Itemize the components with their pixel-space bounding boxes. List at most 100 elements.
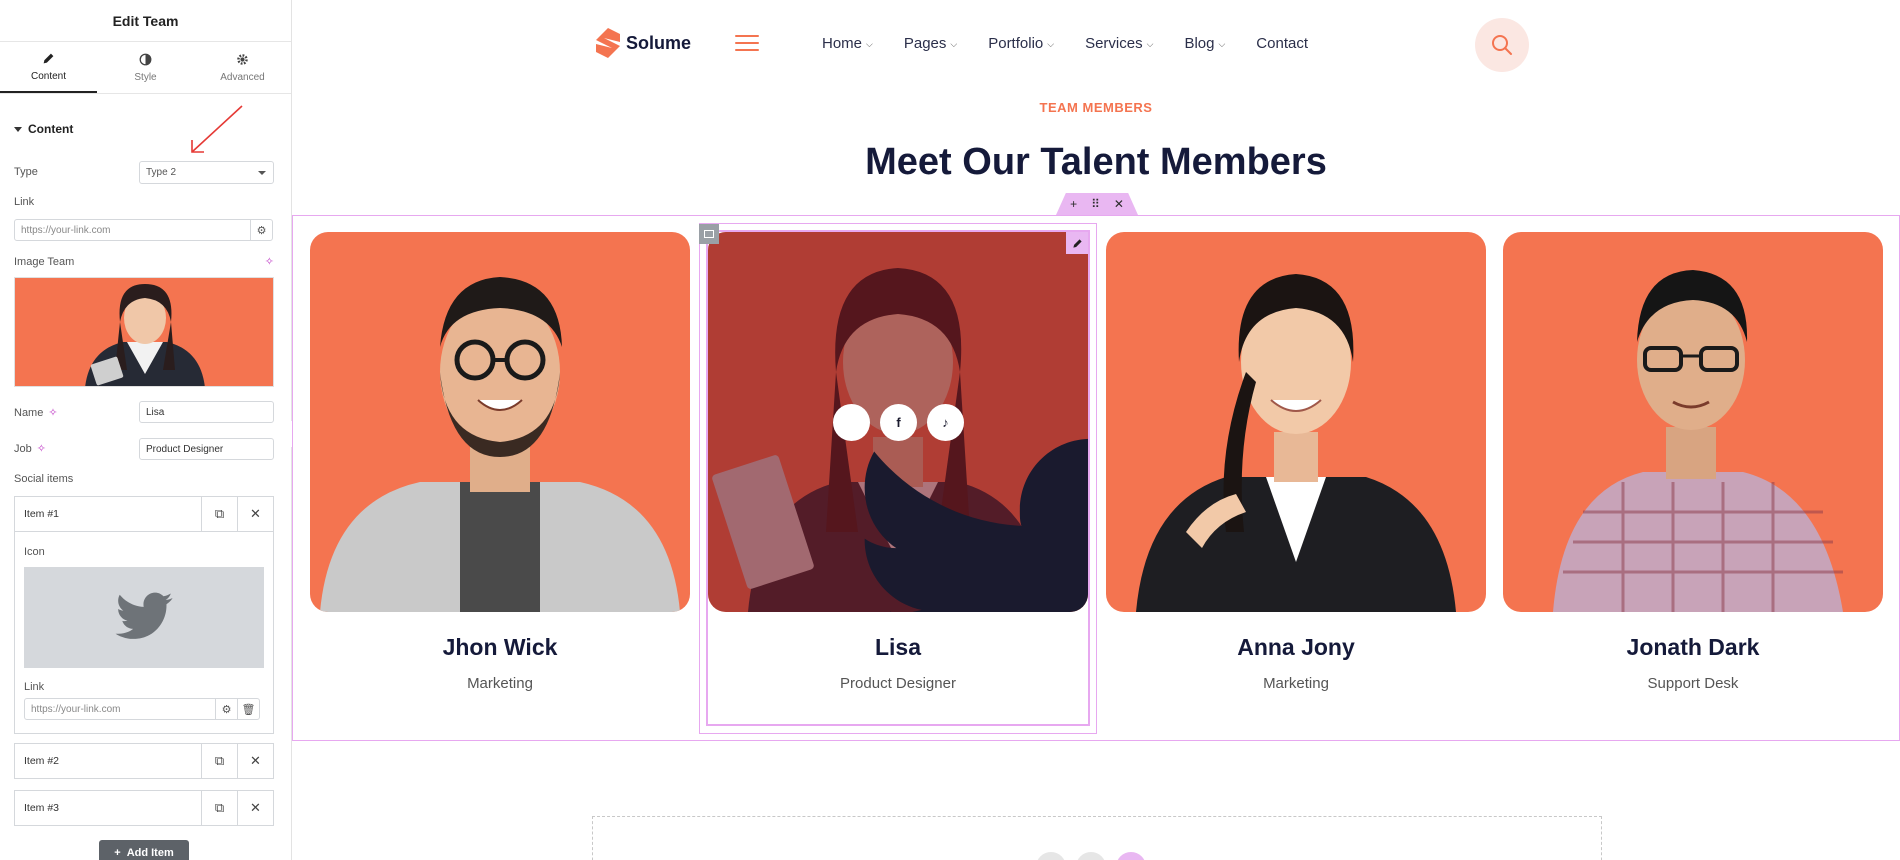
image-team-label-row: Image Team ✧: [14, 255, 274, 269]
logo-icon: [596, 28, 620, 58]
chevron-down-icon: ⌵: [950, 39, 958, 49]
nav-blog[interactable]: Blog ⌵: [1184, 35, 1225, 52]
nav-contact-label: Contact: [1256, 35, 1308, 52]
nav-portfolio-label: Portfolio: [988, 35, 1044, 52]
member-name: Anna Jony: [1237, 634, 1355, 660]
team-card-jhon[interactable]: Jhon Wick Marketing: [310, 232, 690, 692]
main-nav: Home ⌵ Pages ⌵ Portfolio ⌵ Services ⌵ Blog ⌵ …: [822, 35, 1308, 52]
menu-icon[interactable]: [735, 35, 759, 51]
member-job: Marketing: [1263, 675, 1329, 692]
site-logo[interactable]: Solume: [596, 28, 691, 58]
ai-sparkle-icon[interactable]: ✧: [48, 406, 57, 419]
drag-icon[interactable]: ⠿: [1091, 197, 1100, 211]
social-item-2[interactable]: Item #2 ⧉ ✕: [14, 743, 274, 779]
search-button[interactable]: [1475, 18, 1529, 72]
ai-section-button[interactable]: [1116, 852, 1146, 860]
trash-icon: 🗑: [241, 703, 256, 716]
link-input[interactable]: https://your-link.com: [14, 219, 251, 241]
edit-widget-button[interactable]: [1066, 232, 1088, 254]
gear-icon: ⚙: [221, 703, 232, 716]
twitter-icon: [115, 592, 173, 639]
social-item-1-title: Item #1: [24, 508, 60, 520]
chevron-down-icon: ⌵: [866, 39, 873, 49]
plus-icon: +: [114, 847, 121, 859]
tab-advanced[interactable]: Advanced: [194, 42, 291, 93]
nav-contact[interactable]: Contact: [1256, 35, 1308, 52]
member-job: Support Desk: [1647, 675, 1739, 692]
social-item-3-title: Item #3: [24, 802, 60, 814]
member-photo: f ♪: [708, 232, 1088, 612]
social-item-1-body: Icon Link https://your-link.com ⚙ 🗑: [14, 532, 274, 734]
nav-pages[interactable]: Pages ⌵: [904, 35, 957, 52]
pencil-icon: [1072, 238, 1082, 248]
pencil-icon: [43, 53, 54, 63]
add-template-button[interactable]: [1076, 852, 1106, 860]
add-item-button[interactable]: + Add Item: [99, 840, 189, 860]
column-handle[interactable]: [699, 224, 719, 244]
name-label-row: Name ✧: [14, 406, 58, 420]
tab-style-label: Style: [134, 71, 157, 83]
panel-title: Edit Team: [0, 0, 291, 42]
team-card-jonath[interactable]: Jonath Dark Support Desk: [1503, 232, 1883, 692]
duplicate-icon[interactable]: ⧉: [201, 497, 237, 531]
ai-sparkle-icon[interactable]: ✧: [265, 255, 274, 268]
man-portrait-2: [1553, 270, 1843, 612]
caret-down-icon: [14, 126, 22, 132]
team-card-anna[interactable]: Anna Jony Marketing: [1106, 232, 1486, 692]
add-section-button[interactable]: [1036, 852, 1066, 860]
twitter-icon[interactable]: [833, 404, 1088, 612]
name-input[interactable]: Lisa: [139, 401, 274, 423]
link-options-button[interactable]: ⚙: [250, 219, 273, 241]
item-link-delete-button[interactable]: 🗑: [237, 698, 260, 720]
search-icon: [1492, 35, 1512, 55]
tab-style[interactable]: Style: [97, 42, 194, 93]
content-section-toggle[interactable]: Content: [14, 122, 73, 136]
social-item-1[interactable]: Item #1 ⧉ ✕: [14, 496, 274, 532]
social-links: f ♪: [833, 404, 1088, 612]
close-icon[interactable]: ✕: [237, 791, 273, 825]
nav-services[interactable]: Services ⌵: [1085, 35, 1153, 52]
type-select[interactable]: Type 2: [139, 161, 274, 184]
member-name: Jonath Dark: [1626, 634, 1760, 660]
job-label-row: Job ✧: [14, 442, 46, 456]
close-icon[interactable]: ✕: [1114, 197, 1124, 211]
close-icon[interactable]: ✕: [237, 744, 273, 778]
nav-portfolio[interactable]: Portfolio ⌵: [988, 35, 1054, 52]
content-section-title: Content: [28, 122, 74, 136]
duplicate-icon[interactable]: ⧉: [201, 744, 237, 778]
member-job: Product Designer: [840, 675, 956, 692]
type-select-value: Type 2: [146, 167, 177, 178]
icon-label: Icon: [24, 546, 45, 558]
add-section-controls: [1036, 852, 1146, 860]
duplicate-icon[interactable]: ⧉: [201, 791, 237, 825]
item-link-placeholder: https://your-link.com: [31, 704, 121, 715]
link-input-placeholder: https://your-link.com: [21, 225, 111, 236]
team-card-lisa[interactable]: f ♪ Lisa Product Designer: [708, 232, 1088, 692]
chevron-down-icon: ⌵: [1146, 39, 1154, 49]
member-name: Jhon Wick: [442, 634, 558, 660]
job-label: Job: [14, 442, 32, 455]
lisa-thumbnail: [15, 278, 273, 386]
icon-picker[interactable]: [24, 567, 264, 668]
nav-blog-label: Blog: [1184, 35, 1215, 52]
member-photo: [310, 232, 690, 612]
nav-home[interactable]: Home ⌵: [822, 35, 873, 52]
red-arrow-annotation: [191, 105, 243, 153]
man-portrait-1: [320, 277, 680, 612]
ai-sparkle-icon[interactable]: ✧: [37, 442, 46, 455]
job-input[interactable]: Product Designer: [139, 438, 274, 460]
item-link-options-button[interactable]: ⚙: [215, 698, 238, 720]
social-item-2-title: Item #2: [24, 755, 60, 767]
close-icon[interactable]: ✕: [237, 497, 273, 531]
social-items-label: Social items: [14, 473, 74, 485]
social-item-3[interactable]: Item #3 ⧉ ✕: [14, 790, 274, 826]
woman-portrait-2: [1136, 274, 1456, 612]
tab-content[interactable]: Content: [0, 42, 97, 93]
name-label: Name: [14, 406, 44, 419]
section-handle[interactable]: + ⠿ ✕: [1056, 193, 1138, 215]
add-icon[interactable]: +: [1070, 197, 1077, 211]
item-link-label: Link: [24, 681, 45, 693]
item-link-input[interactable]: https://your-link.com: [24, 698, 216, 720]
section-eyebrow: TEAM MEMBERS: [1039, 100, 1153, 115]
image-team-preview[interactable]: [14, 277, 274, 387]
